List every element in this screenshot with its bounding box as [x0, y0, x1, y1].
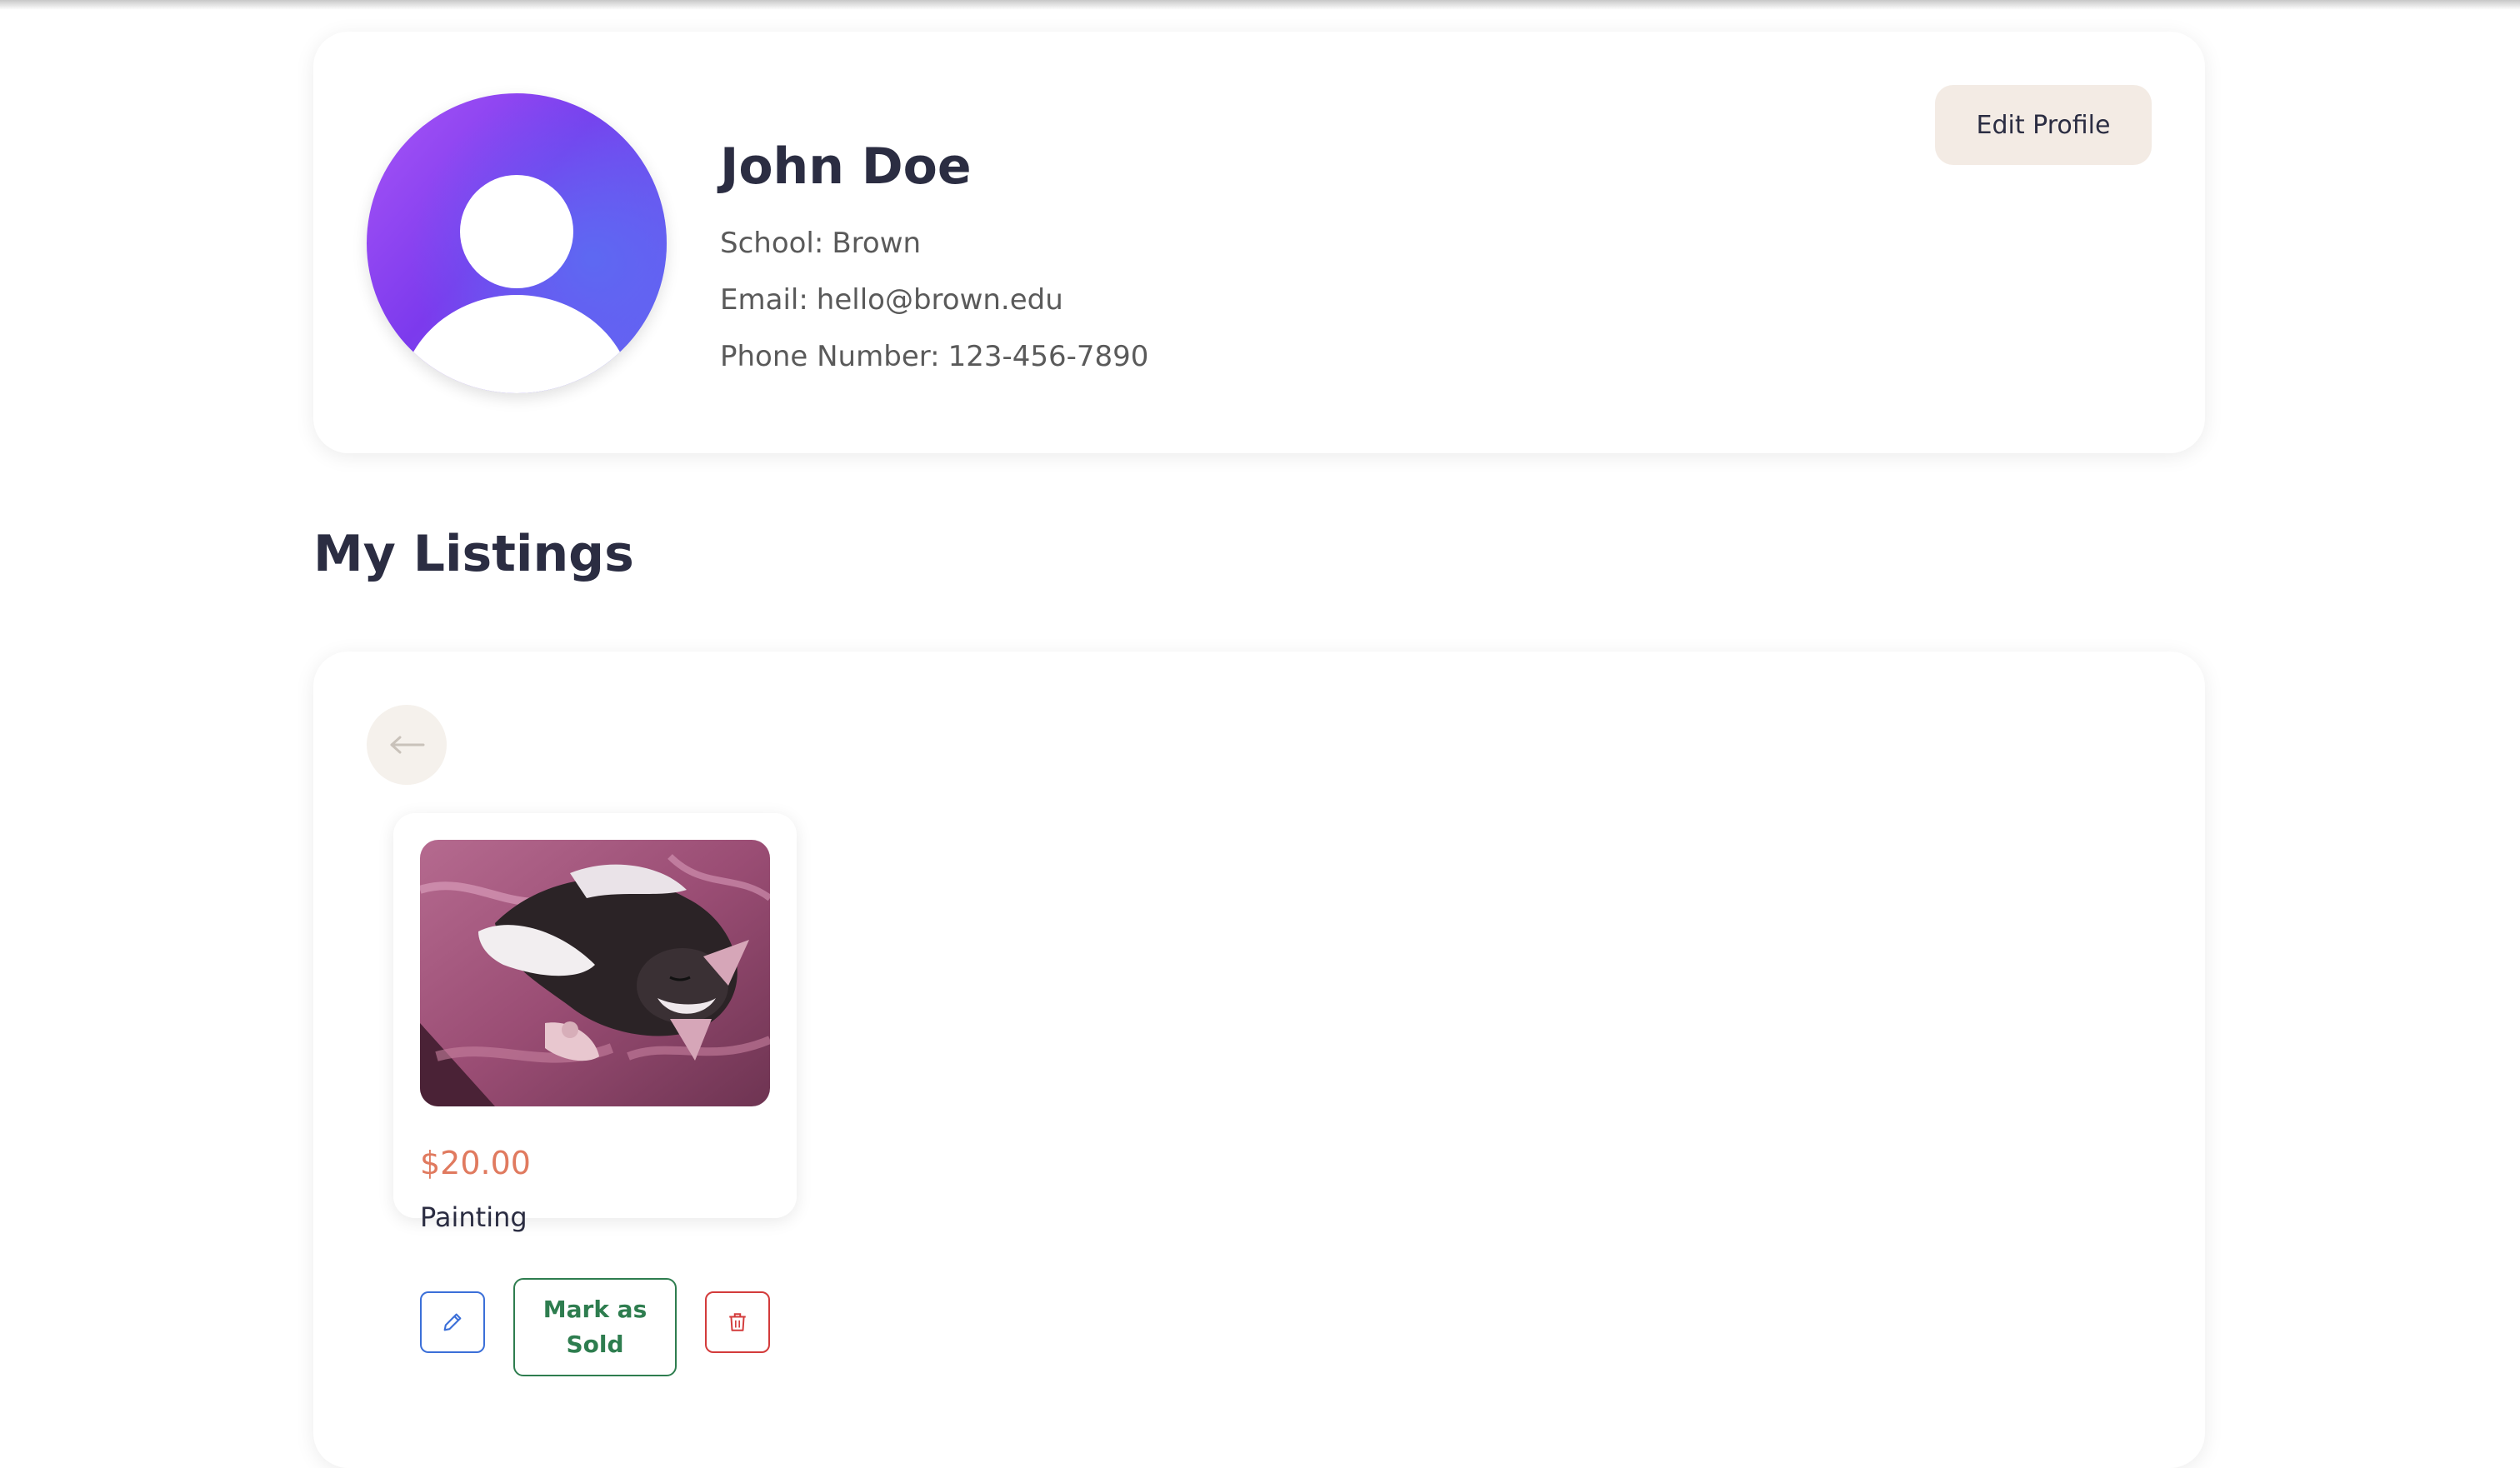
- listing-card[interactable]: $20.00 Painting Mark as Sold: [393, 813, 797, 1376]
- delete-listing-button[interactable]: [705, 1291, 770, 1353]
- my-listings-heading: My Listings: [313, 525, 634, 583]
- profile-name: John Doe: [720, 137, 972, 196]
- back-button[interactable]: [367, 705, 447, 785]
- listing-image[interactable]: [420, 840, 770, 1106]
- profile-info: John Doe School: Brown Email: hello@brown.…: [720, 132, 1148, 385]
- top-shadow: [0, 0, 2520, 10]
- edit-profile-button[interactable]: Edit Profile: [1935, 85, 2152, 165]
- school-label: School:: [720, 227, 824, 260]
- trash-icon: [729, 1313, 746, 1331]
- mark-as-sold-label-line1: Mark as: [542, 1296, 648, 1323]
- email-value: hello@brown.edu: [816, 283, 1063, 317]
- listings-container: $20.00 Painting Mark as Sold: [313, 652, 2205, 1468]
- arrow-left-icon: [390, 736, 425, 754]
- school-value: Brown: [832, 227, 922, 260]
- profile-phone: Phone Number: 123-456-7890: [720, 328, 1148, 385]
- pencil-icon: [443, 1313, 462, 1331]
- email-label: Email:: [720, 283, 808, 317]
- listing-price: $20.00: [420, 1145, 531, 1181]
- mark-as-sold-button[interactable]: Mark as Sold: [513, 1278, 677, 1376]
- avatar: [367, 93, 667, 393]
- phone-value: 123-456-7890: [948, 340, 1149, 373]
- listing-title: Painting: [420, 1201, 528, 1233]
- mark-as-sold-label-line2: Sold: [566, 1331, 624, 1358]
- edit-listing-button[interactable]: [420, 1291, 485, 1353]
- cat-painting-image: [420, 840, 770, 1106]
- user-placeholder-icon: [367, 93, 667, 393]
- profile-card: John Doe School: Brown Email: hello@brown.…: [313, 32, 2205, 453]
- profile-school: School: Brown: [720, 215, 1148, 272]
- profile-email: Email: hello@brown.edu: [720, 272, 1148, 328]
- phone-label: Phone Number:: [720, 340, 940, 373]
